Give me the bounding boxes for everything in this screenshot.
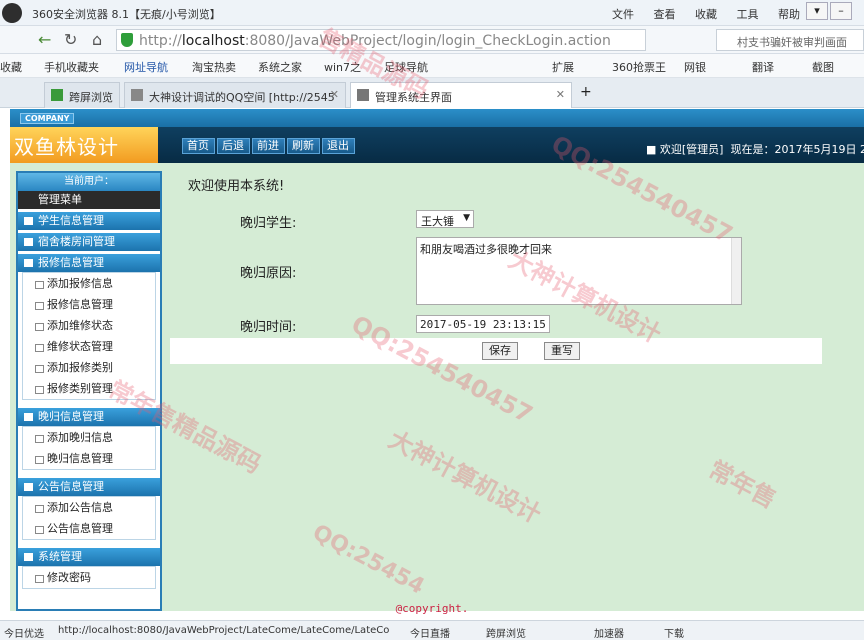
main-content: 欢迎使用本系统! 晚归学生: 王大锤 ▼ 晚归原因: 和朋友喝酒过多很晚才回来 … (170, 171, 864, 611)
bookmark-favorites[interactable]: 收藏 (0, 59, 22, 75)
sidebar-item-add-notice[interactable]: 添加公告信息 (23, 497, 155, 518)
page-icon (357, 89, 369, 101)
bookmarks-bar: 收藏 手机收藏夹 网址导航 淘宝热卖 系统之家 win7之 足球导航 扩展 36… (0, 54, 864, 78)
url-host: localhost (181, 33, 245, 49)
page-title: 欢迎使用本系统! (188, 179, 285, 194)
welcome-text: ■ 欢迎[管理员] 现在是：2017年5月19日 2 (646, 143, 864, 156)
current-user-label: 当前用户： (18, 173, 160, 191)
menu-file[interactable]: 文件 (612, 8, 634, 21)
sidebar-item-change-password[interactable]: 修改密码 (23, 567, 155, 588)
status-today-pick[interactable]: 今日优选 (4, 625, 44, 640)
page-icon (131, 89, 143, 101)
app-top-strip: COMPANY (10, 109, 864, 127)
chevron-down-icon: ▼ (463, 213, 470, 223)
bookmark-taobao[interactable]: 淘宝热卖 (192, 59, 236, 75)
group-system[interactable]: 系统管理 (18, 548, 160, 566)
tab-bar: 跨屏浏览 大神设计调试的QQ空间 [http://2545 ✕ 管理系统主界面 … (0, 78, 864, 108)
search-input[interactable]: 村支书骗奸被审判画面 (716, 29, 864, 51)
reason-textarea[interactable]: 和朋友喝酒过多很晚才回来 (416, 237, 742, 305)
status-accelerator[interactable]: 加速器 (594, 625, 624, 640)
textarea-scrollbar[interactable] (731, 238, 741, 304)
bookmark-win7[interactable]: win7之 (324, 59, 361, 75)
close-tab-icon[interactable]: ✕ (556, 88, 565, 101)
extension-button[interactable]: 扩展 (552, 59, 574, 75)
page-icon (51, 89, 63, 101)
refresh-button[interactable]: 刷新 (287, 138, 320, 154)
group-dorm[interactable]: 宿舍楼房间管理 (18, 233, 160, 251)
skin-button[interactable]: ▾ (806, 2, 828, 20)
time-label: 晚归时间: (240, 320, 297, 335)
sidebar-item-status-manage[interactable]: 维修状态管理 (23, 336, 155, 357)
shield-icon (121, 33, 133, 47)
repair-items: 添加报修信息 报修信息管理 添加维修状态 维修状态管理 添加报修类别 报修类别管… (22, 272, 156, 400)
system-items: 修改密码 (22, 566, 156, 589)
bank-button[interactable]: 网银 (684, 59, 706, 75)
browser-title: 360安全浏览器 8.1【无痕/小号浏览】 (32, 8, 221, 21)
home-icon[interactable]: ⌂ (92, 30, 102, 49)
refresh-icon[interactable]: ↻ (64, 30, 77, 49)
student-label: 晚归学生: (240, 216, 297, 231)
address-bar: ← ↻ ⌂ http://localhost:8080/JavaWebProje… (0, 26, 864, 54)
menu-tools[interactable]: 工具 (737, 8, 759, 21)
sidebar-item-type-manage[interactable]: 报修类别管理 (23, 378, 155, 399)
group-notice[interactable]: 公告信息管理 (18, 478, 160, 496)
forward-button[interactable]: 前进 (252, 138, 285, 154)
close-tab-icon[interactable]: ✕ (330, 88, 339, 101)
web-app: COMPANY 双鱼林设计 首页 后退 前进 刷新 退出 ■ 欢迎[管理员] 现在是：2… (10, 109, 864, 611)
group-repair[interactable]: 报修信息管理 (18, 254, 160, 272)
reason-label: 晚归原因: (240, 266, 297, 281)
bookmark-system[interactable]: 系统之家 (258, 59, 302, 75)
app-header: 双鱼林设计 首页 后退 前进 刷新 退出 ■ 欢迎[管理员] 现在是：2017年5月19… (10, 127, 864, 163)
bookmark-football[interactable]: 足球导航 (384, 59, 428, 75)
app-toolbar: 首页 后退 前进 刷新 退出 (182, 138, 357, 154)
student-select[interactable]: 王大锤 ▼ (416, 210, 474, 228)
menu-view[interactable]: 查看 (654, 8, 676, 21)
browser-logo-icon (2, 3, 22, 23)
translate-button[interactable]: 翻译 (752, 59, 774, 75)
status-download[interactable]: 下载 (664, 625, 684, 640)
home-button[interactable]: 首页 (182, 138, 215, 154)
new-tab-button[interactable]: + (580, 84, 592, 100)
menu-help[interactable]: 帮助 (778, 8, 800, 21)
button-row: 保存 重写 (170, 338, 822, 364)
status-bar: 今日优选 http://localhost:8080/JavaWebProjec… (0, 620, 864, 640)
sidebar: 当前用户： 管理菜单 学生信息管理 宿舍楼房间管理 报修信息管理 添加报修信息 … (16, 171, 162, 611)
status-cross-screen[interactable]: 跨屏浏览 (486, 625, 526, 640)
sidebar-item-late-manage[interactable]: 晚归信息管理 (23, 448, 155, 469)
sidebar-item-add-late[interactable]: 添加晚归信息 (23, 427, 155, 448)
sidebar-item-add-repair[interactable]: 添加报修信息 (23, 273, 155, 294)
group-student[interactable]: 学生信息管理 (18, 212, 160, 230)
menu-favorites[interactable]: 收藏 (695, 8, 717, 21)
url-input[interactable]: http://localhost:8080/JavaWebProject/log… (116, 29, 646, 51)
bookmark-mobile[interactable]: 手机收藏夹 (44, 59, 99, 75)
sidebar-item-notice-manage[interactable]: 公告信息管理 (23, 518, 155, 539)
tab-qq-space[interactable]: 大神设计调试的QQ空间 [http://2545 ✕ (124, 82, 346, 108)
minimize-button[interactable]: – (830, 2, 852, 20)
menu-title: 管理菜单 (18, 191, 160, 209)
copyright: @copyright. (395, 602, 469, 615)
sidebar-item-add-status[interactable]: 添加维修状态 (23, 315, 155, 336)
time-input[interactable]: 2017-05-19 23:13:15 (416, 315, 550, 333)
browser-menu-bar: 文件 查看 收藏 工具 帮助 (612, 6, 816, 22)
back-button[interactable]: 后退 (217, 138, 250, 154)
late-items: 添加晚归信息 晚归信息管理 (22, 426, 156, 470)
notice-items: 添加公告信息 公告信息管理 (22, 496, 156, 540)
browser-title-bar: 360安全浏览器 8.1【无痕/小号浏览】 文件 查看 收藏 工具 帮助 ▾ – (0, 0, 864, 26)
sidebar-item-add-type[interactable]: 添加报修类别 (23, 357, 155, 378)
screenshot-button[interactable]: 截图 (812, 59, 834, 75)
status-url: http://localhost:8080/JavaWebProject/Lat… (58, 625, 390, 636)
save-button[interactable]: 保存 (482, 342, 518, 360)
sidebar-item-repair-manage[interactable]: 报修信息管理 (23, 294, 155, 315)
bookmark-nav[interactable]: 网址导航 (124, 59, 168, 75)
logout-button[interactable]: 退出 (322, 138, 355, 154)
back-arrow-icon[interactable]: ← (38, 30, 51, 49)
ticket-button[interactable]: 360抢票王 (612, 59, 666, 75)
tab-main-system[interactable]: 管理系统主界面 ✕ (350, 82, 572, 108)
group-late[interactable]: 晚归信息管理 (18, 408, 160, 426)
brand-logo: 双鱼林设计 (10, 127, 158, 163)
company-logo: COMPANY (20, 113, 75, 124)
status-live[interactable]: 今日直播 (410, 625, 450, 640)
tab-cross-screen[interactable]: 跨屏浏览 (44, 82, 120, 108)
reset-button[interactable]: 重写 (544, 342, 580, 360)
